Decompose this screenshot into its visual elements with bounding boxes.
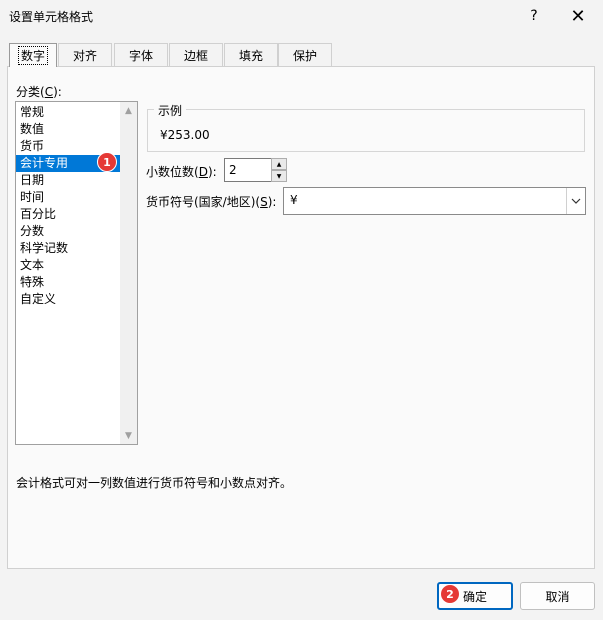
dialog-title: 设置单元格格式 [9,10,94,24]
sample-group [147,109,585,152]
tab-protection[interactable]: 保护 [278,43,332,66]
currency-symbol-select[interactable]: ¥ [283,187,586,215]
chevron-down-icon[interactable] [566,188,585,214]
title-bar: 设置单元格格式 ? ✕ [0,0,603,34]
list-item[interactable]: 时间 [16,189,123,206]
currency-symbol-label: 货币符号(国家/地区)(S): [146,195,277,209]
tab-font[interactable]: 字体 [114,43,168,66]
sample-legend: 示例 [154,102,187,119]
list-item[interactable]: 文本 [16,257,123,274]
tab-fill[interactable]: 填充 [224,43,278,66]
number-tab-panel: 分类(C): 常规 数值 货币 会计专用 日期 时间 百分比 分数 科学记数 文… [7,66,595,569]
category-label: 分类(C): [16,85,62,99]
list-item[interactable]: 科学记数 [16,240,123,257]
stepper-down-icon[interactable]: ▼ [271,170,287,182]
step-badge-2: 2 [440,584,460,604]
tab-number[interactable]: 数字 [9,43,57,67]
stepper-up-icon[interactable]: ▲ [271,158,287,170]
close-icon[interactable]: ✕ [556,0,600,32]
list-item[interactable]: 数值 [16,121,123,138]
list-item[interactable]: 分数 [16,223,123,240]
list-item[interactable]: 特殊 [16,274,123,291]
tab-border[interactable]: 边框 [169,43,223,66]
step-badge-1: 1 [97,152,117,172]
list-item[interactable]: 常规 [16,104,123,121]
help-button[interactable]: ? [512,0,556,32]
decimal-places-input[interactable]: 2 [224,158,276,182]
list-scrollbar[interactable]: ▲ ▼ [120,102,137,444]
decimal-places-label: 小数位数(D): [146,165,217,179]
ok-button-label: 确定 [462,589,487,604]
category-listbox[interactable]: 常规 数值 货币 会计专用 日期 时间 百分比 分数 科学记数 文本 特殊 自定… [15,101,138,445]
scroll-down-icon[interactable]: ▼ [120,427,137,444]
sample-value: ¥253.00 [160,128,210,142]
tab-alignment[interactable]: 对齐 [58,43,112,66]
scroll-up-icon[interactable]: ▲ [120,102,137,119]
list-item[interactable]: 日期 [16,172,123,189]
cancel-button[interactable]: 取消 [520,582,595,610]
currency-symbol-value: ¥ [290,193,298,207]
list-item[interactable]: 百分比 [16,206,123,223]
format-description: 会计格式可对一列数值进行货币符号和小数点对齐。 [16,476,293,490]
decimal-places-stepper[interactable]: ▲ ▼ [271,158,287,182]
list-item[interactable]: 自定义 [16,291,123,308]
